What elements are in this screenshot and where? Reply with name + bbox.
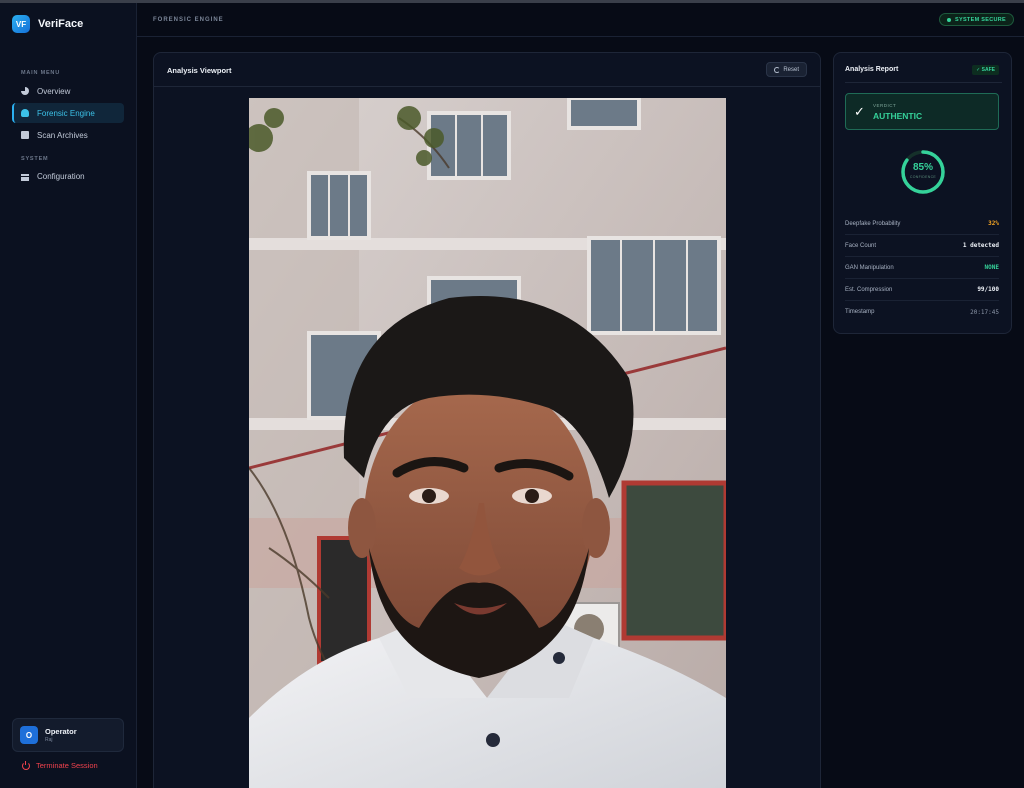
sidebar-item-label: Configuration (37, 171, 85, 181)
sidebar-item-scan-archives[interactable]: Scan Archives (12, 125, 124, 145)
confidence-gauge: 85% CONFIDENCE (899, 148, 947, 196)
brand[interactable]: VF VeriFace (12, 15, 83, 33)
sliders-icon (21, 172, 29, 181)
nav-section-system: SYSTEM (21, 156, 49, 162)
status-badge: SYSTEM SECURE (939, 13, 1014, 26)
photo-illustration (249, 98, 726, 788)
report-title: Analysis Report (845, 66, 899, 73)
metric-value: 20:17:45 (970, 308, 999, 316)
metric-label: GAN Manipulation (845, 264, 894, 271)
metric-row: Face Count 1 detected (845, 235, 999, 257)
nav-section-main: MAIN MENU (21, 70, 60, 76)
sidebar-item-forensic-engine[interactable]: Forensic Engine (12, 103, 124, 123)
sidebar-item-label: Overview (37, 86, 71, 96)
metric-label: Est. Compression (845, 286, 893, 293)
reset-button[interactable]: Reset (766, 62, 807, 77)
verdict-label: VERDICT (873, 103, 897, 108)
confidence-label: CONFIDENCE (909, 175, 937, 179)
terminate-session-button[interactable]: Terminate Session (22, 760, 98, 770)
verdict-card: ✓ VERDICT AUTHENTIC (845, 93, 999, 130)
brand-name: VeriFace (38, 18, 84, 30)
operator-name: Operator (45, 727, 77, 736)
archive-icon (21, 131, 29, 139)
metric-label: Timestamp (845, 309, 875, 315)
analysis-viewport-panel: Analysis Viewport Reset (153, 52, 821, 788)
checkmark-icon: ✓ (854, 104, 865, 119)
fingerprint-icon (21, 109, 29, 117)
metric-value: 1 detected (962, 242, 999, 249)
brand-logo: VF (12, 15, 30, 33)
top-header: FORENSIC ENGINE SYSTEM SECURE (137, 3, 1024, 37)
avatar: O (20, 726, 38, 744)
metric-row: GAN Manipulation NONE (845, 257, 999, 279)
metric-value: 32% (988, 220, 999, 227)
metric-row: Timestamp 20:17:45 (845, 301, 999, 323)
terminate-session-label: Terminate Session (36, 761, 98, 770)
sidebar-item-label: Scan Archives (37, 130, 88, 140)
operator-card[interactable]: O Operator Raj (12, 718, 124, 752)
pie-chart-icon (21, 87, 29, 95)
viewport-title: Analysis Viewport (167, 66, 232, 75)
verdict-value: AUTHENTIC (873, 111, 923, 121)
divider (154, 86, 820, 87)
page-title: FORENSIC ENGINE (153, 17, 224, 23)
status-badge-label: SYSTEM SECURE (955, 16, 1006, 23)
safe-badge: ✓ SAFE (972, 65, 999, 75)
metric-value: NONE (984, 264, 999, 271)
metric-row: Est. Compression 99/100 (845, 279, 999, 301)
analyzed-photo[interactable] (249, 98, 726, 788)
divider (845, 82, 1002, 83)
metric-value: 99/100 (977, 286, 999, 293)
operator-role: Raj (45, 737, 53, 743)
analysis-report-panel: Analysis Report ✓ SAFE ✓ VERDICT AUTHENT… (833, 52, 1012, 334)
metric-label: Deepfake Probability (845, 220, 901, 227)
confidence-value: 85% (912, 162, 933, 173)
refresh-icon (774, 66, 781, 73)
metric-label: Face Count (845, 242, 877, 249)
status-dot-icon (947, 17, 952, 22)
sidebar-item-label: Forensic Engine (37, 108, 95, 118)
sidebar: VF VeriFace MAIN MENU Overview Forensic … (0, 3, 137, 788)
reset-label: Reset (783, 66, 799, 73)
sidebar-item-overview[interactable]: Overview (12, 81, 124, 101)
metric-row: Deepfake Probability 32% (845, 213, 999, 235)
sidebar-item-configuration[interactable]: Configuration (12, 166, 124, 186)
power-icon (22, 760, 30, 770)
